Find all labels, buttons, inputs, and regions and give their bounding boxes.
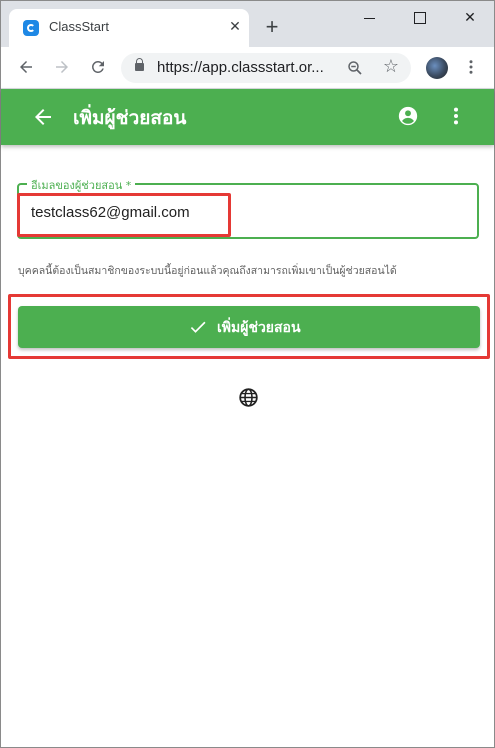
browser-back-icon: [20, 61, 32, 73]
browser-toolbar: https://app.classstart.or... ☆: [1, 47, 494, 89]
app-bar: เพิ่มผู้ช่วยสอน: [1, 89, 494, 145]
globe-icon: [239, 388, 258, 407]
browser-menu-icon: [469, 60, 473, 74]
helper-text: บุคคลนี้ต้องเป็นสมาชิกของระบบนี้อยู่ก่อน…: [18, 265, 397, 277]
new-tab-button[interactable]: +: [261, 16, 283, 38]
globe-icon[interactable]: [238, 387, 259, 408]
profile-avatar[interactable]: [426, 57, 448, 79]
zoom-out-icon[interactable]: [346, 59, 364, 77]
zoom-out-icon: [348, 61, 362, 75]
more-vert-icon: [453, 107, 459, 125]
browser-back-icon[interactable]: [16, 58, 36, 78]
reload-icon[interactable]: [88, 58, 108, 78]
browser-window: ClassStart ✕ + ✕ https://app.classstart.…: [0, 0, 495, 748]
url-text: https://app.classstart.or...: [157, 59, 324, 76]
more-vert-icon[interactable]: [445, 105, 467, 127]
lock-icon: [135, 58, 144, 71]
email-highlight-box: [17, 193, 231, 237]
tab-title: ClassStart: [49, 19, 109, 34]
tab-close-icon[interactable]: ✕: [226, 18, 244, 36]
window-close-button[interactable]: ✕: [456, 7, 484, 29]
classstart-favicon-icon: [23, 20, 39, 36]
maximize-button[interactable]: [406, 7, 434, 29]
minimize-button[interactable]: [356, 7, 384, 29]
browser-tab[interactable]: ClassStart ✕: [9, 9, 249, 47]
account-circle-icon[interactable]: [397, 105, 419, 127]
reload-icon: [92, 61, 104, 73]
browser-forward-icon: [56, 61, 68, 73]
button-highlight-box: [8, 294, 490, 359]
address-bar[interactable]: https://app.classstart.or... ☆: [121, 53, 411, 83]
page-title: เพิ่มผู้ช่วยสอน: [73, 107, 187, 129]
account-circle-icon: [398, 106, 418, 126]
tab-strip: ClassStart ✕ + ✕: [1, 1, 494, 47]
arrow-back-icon[interactable]: [31, 105, 55, 129]
bookmark-star-icon[interactable]: ☆: [381, 57, 401, 77]
arrow-back-icon: [35, 109, 51, 125]
browser-menu-icon[interactable]: [461, 58, 481, 78]
browser-forward-icon[interactable]: [52, 58, 72, 78]
email-field-label: อีเมลของผู้ช่วยสอน *: [27, 176, 136, 194]
